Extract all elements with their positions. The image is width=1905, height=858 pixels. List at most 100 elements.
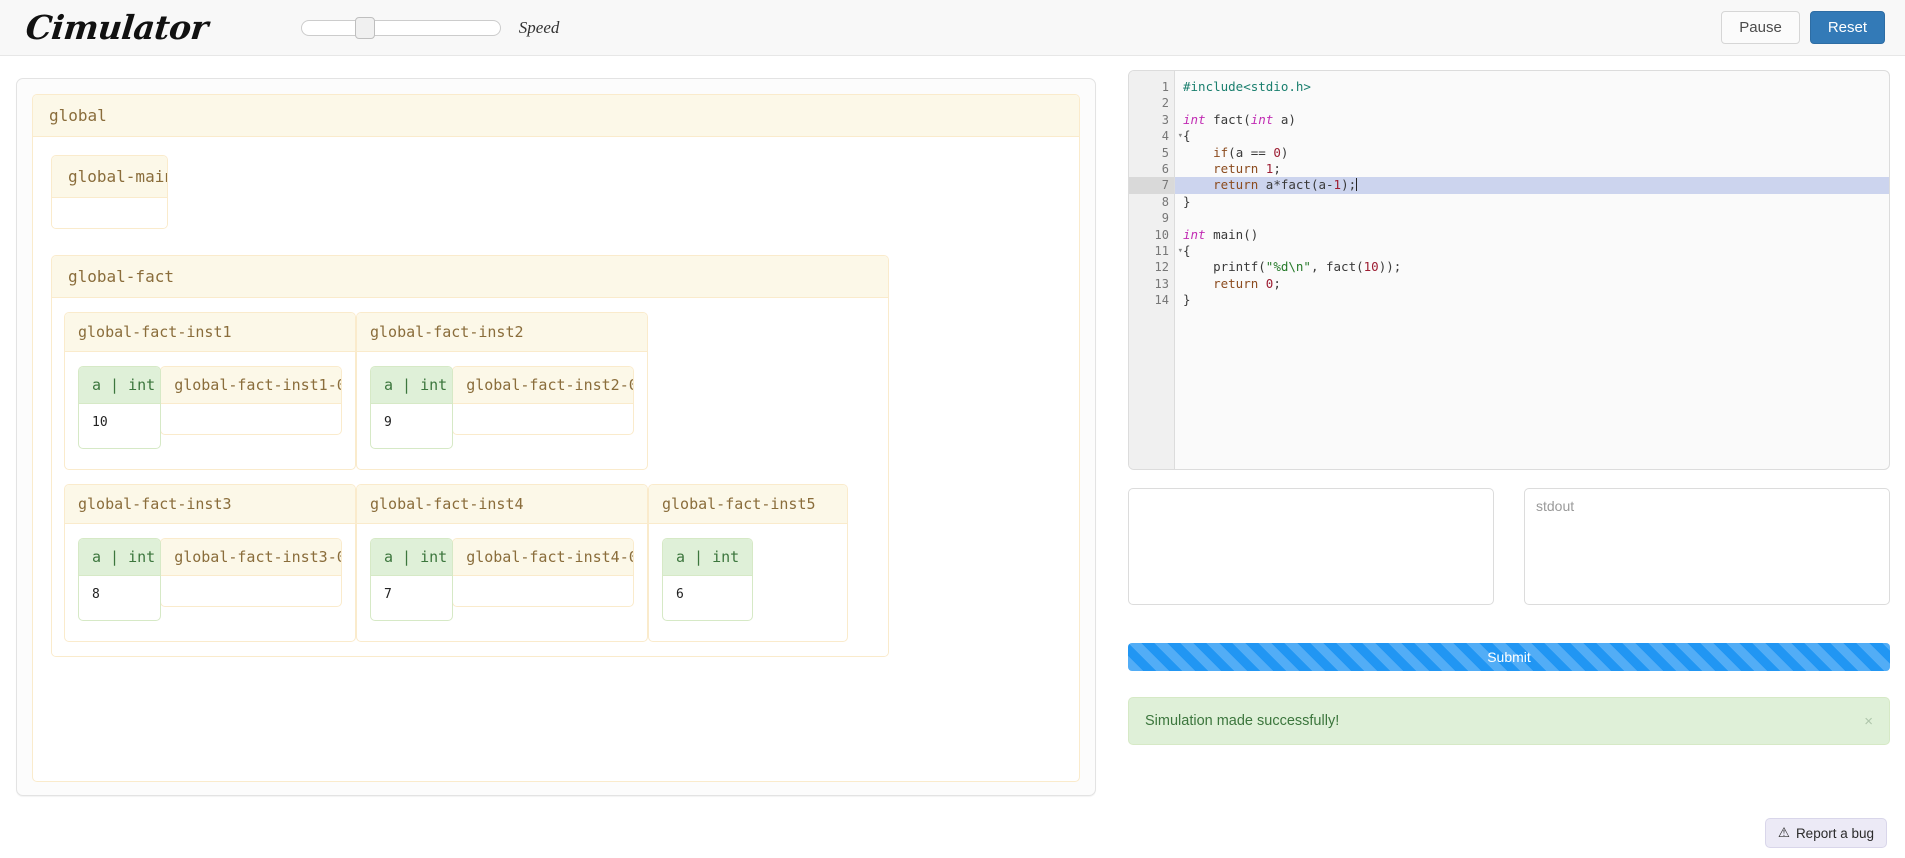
code-token: return: [1213, 160, 1259, 176]
editor-code-line[interactable]: int fact(int a): [1175, 112, 1889, 128]
editor-code-area[interactable]: #include<stdio.h> int fact(int a){ if(a =…: [1175, 71, 1889, 469]
editor-line-number: 6: [1161, 161, 1169, 176]
scope-global-fact-inst4: global-fact-inst4 a | int 7 global-fact-…: [356, 484, 648, 642]
editor-code-line[interactable]: if(a == 0): [1175, 145, 1889, 161]
variable-value: 10: [92, 415, 108, 430]
variable-header: a | int: [79, 539, 161, 576]
editor-code-line[interactable]: [1175, 95, 1889, 111]
submit-button[interactable]: Submit: [1128, 643, 1890, 671]
variable-card-a[interactable]: a | int 8: [78, 538, 162, 621]
variable-card-a[interactable]: a | int 10: [78, 366, 162, 449]
instance-body: a | int 8 global-fact-inst3-0: [65, 524, 355, 641]
scope-global-fact-title: global-fact: [52, 256, 888, 298]
scope-global-title: global: [33, 95, 1079, 137]
top-navbar: Cimulator Speed Pause Reset: [0, 0, 1905, 56]
editor-code-line[interactable]: return 1;: [1175, 161, 1889, 177]
instance-title: global-fact-inst5: [649, 485, 847, 524]
block-scope-title: global-fact-inst4-0: [453, 539, 633, 576]
stdout-placeholder: stdout: [1536, 498, 1575, 514]
editor-line-number: 4 ▾: [1161, 129, 1183, 144]
code-token: (a ==: [1228, 144, 1274, 160]
instance-row: global-fact-inst3 a | int 8 global-fact-…: [64, 484, 876, 642]
editor-code-line[interactable]: {: [1175, 243, 1889, 259]
success-alert: Simulation made successfully! ×: [1128, 697, 1890, 745]
editor-code-line[interactable]: }: [1175, 292, 1889, 308]
instance-body: a | int 9 global-fact-inst2-0: [357, 352, 647, 469]
code-token: ));: [1378, 259, 1402, 275]
variable-header: a | int: [371, 367, 453, 404]
code-token: ): [1280, 144, 1289, 160]
scope-global: global global-main global-fact global-fa…: [32, 94, 1080, 782]
editor-line-number: 9: [1161, 211, 1169, 226]
block-scope-body: [161, 576, 341, 606]
variable-value: 9: [384, 415, 392, 430]
scope-global-main-title: global-main: [52, 156, 167, 198]
editor-code-line[interactable]: int main(): [1175, 227, 1889, 243]
block-scope-body: [161, 404, 341, 434]
editor-line-number: 14: [1154, 293, 1169, 308]
scope-block-inst2-0: global-fact-inst2-0: [452, 366, 634, 435]
editor-code-line[interactable]: #include<stdio.h>: [1175, 79, 1889, 95]
instance-body: a | int 6: [649, 524, 847, 641]
code-token: int: [1250, 111, 1274, 127]
code-token: "%d\n": [1265, 259, 1311, 275]
editor-line-number: 1: [1161, 80, 1169, 94]
scope-block-inst4-0: global-fact-inst4-0: [452, 538, 634, 607]
code-token: 1: [1333, 177, 1342, 193]
editor-code-line[interactable]: [1175, 210, 1889, 226]
code-token: fact(: [1205, 111, 1251, 127]
speed-label: Speed: [518, 17, 560, 37]
code-token: 10: [1363, 259, 1379, 275]
reset-button[interactable]: Reset: [1809, 11, 1885, 44]
code-token: ;: [1273, 160, 1281, 176]
code-token: int: [1183, 226, 1206, 242]
scope-block-inst3-0: global-fact-inst3-0: [160, 538, 342, 607]
scope-global-fact-inst2: global-fact-inst2 a | int 9 global-fact-…: [356, 312, 648, 470]
variable-card-a[interactable]: a | int 7: [370, 538, 454, 621]
io-row: stdout: [1128, 488, 1890, 605]
editor-line-number: 13: [1154, 276, 1169, 291]
code-token: );: [1341, 177, 1357, 193]
report-bug-button[interactable]: ⚠ Report a bug: [1764, 818, 1887, 848]
editor-code-line[interactable]: printf("%d\n", fact(10));: [1175, 259, 1889, 275]
editor-code-line[interactable]: return a*fact(a-1);: [1175, 177, 1889, 194]
scope-global-fact-inst3: global-fact-inst3 a | int 8 global-fact-…: [64, 484, 356, 642]
variable-header: a | int: [79, 367, 161, 404]
stdin-textarea[interactable]: [1128, 488, 1494, 605]
code-token: {: [1183, 128, 1191, 144]
code-token: return: [1213, 177, 1259, 193]
block-scope-title: global-fact-inst2-0: [453, 367, 633, 404]
speed-slider-thumb[interactable]: [355, 16, 376, 39]
scope-global-fact-inst5: global-fact-inst5 a | int 6: [648, 484, 848, 642]
code-token: if: [1213, 144, 1229, 160]
pause-button[interactable]: Pause: [1721, 11, 1800, 44]
variable-card-a[interactable]: a | int 9: [370, 366, 454, 449]
code-token: main(): [1205, 226, 1259, 242]
alert-message: Simulation made successfully!: [1145, 713, 1340, 729]
stdout-textarea[interactable]: stdout: [1524, 488, 1890, 605]
scope-global-fact-body: global-fact-inst1 a | int 10 global-fact…: [52, 298, 888, 656]
editor-code-line[interactable]: }: [1175, 194, 1889, 210]
editor-code-line[interactable]: return 0;: [1175, 276, 1889, 292]
code-editor[interactable]: 1 2 3 4 ▾ 5 6 7 8 9 10 11 ▾ 12 13 14 #include<stdio.h> i…: [1128, 70, 1890, 470]
code-token: a*fact(a-: [1258, 177, 1334, 193]
speed-slider[interactable]: [300, 16, 501, 39]
scope-global-fact-inst1: global-fact-inst1 a | int 10 global-fact…: [64, 312, 356, 470]
variable-value: 7: [384, 587, 392, 602]
code-token: a): [1273, 111, 1296, 127]
warning-icon: ⚠: [1777, 825, 1790, 840]
scope-global-main: global-main: [51, 155, 168, 229]
block-scope-title: global-fact-inst1-0: [161, 367, 341, 404]
code-token: , fact(: [1310, 259, 1364, 275]
variable-card-a[interactable]: a | int 6: [662, 538, 754, 621]
editor-code-line[interactable]: {: [1175, 128, 1889, 144]
scope-global-fact: global-fact global-fact-inst1 a | int 10: [51, 255, 889, 657]
navbar-actions: Pause Reset: [1721, 11, 1885, 44]
code-token: 0: [1273, 144, 1281, 160]
memory-visualization-panel: global global-main global-fact global-fa…: [16, 78, 1096, 796]
close-icon[interactable]: ×: [1864, 713, 1873, 730]
